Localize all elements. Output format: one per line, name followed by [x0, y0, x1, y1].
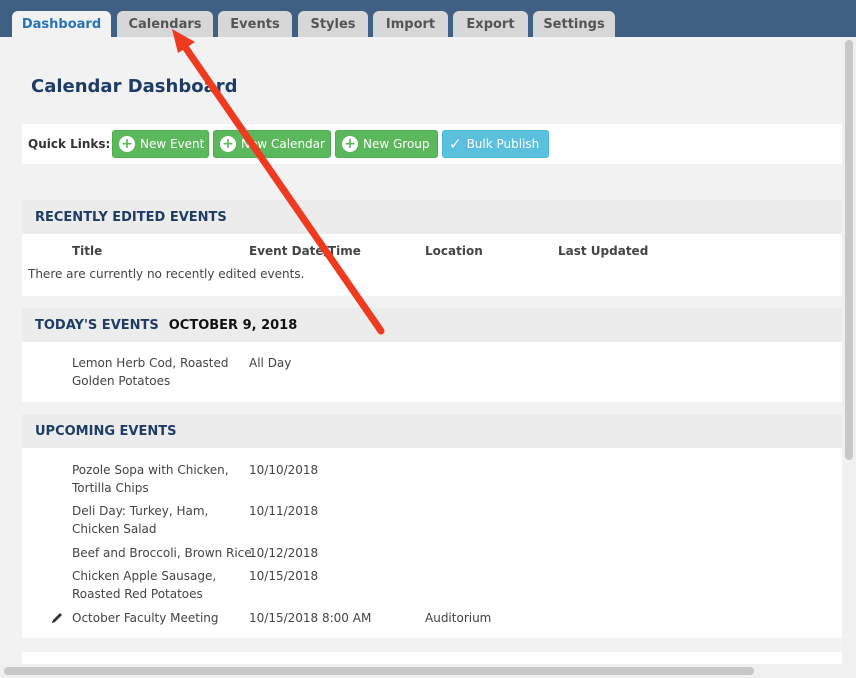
empty-state-text: There are currently no recently edited e… — [28, 267, 305, 281]
column-header-date: Event Date/Time — [249, 244, 361, 258]
event-title-line: Pozole Sopa with Chicken, — [72, 463, 229, 477]
tab-export[interactable]: Export — [453, 11, 528, 37]
tab-settings[interactable]: Settings — [533, 11, 615, 37]
event-title-line: Roasted Red Potatoes — [72, 587, 203, 601]
tab-styles[interactable]: Styles — [298, 11, 368, 37]
vertical-scrollbar-thumb[interactable] — [845, 40, 853, 460]
event-title-line: Chicken Apple Sausage, — [72, 569, 217, 583]
column-header-last-updated: Last Updated — [558, 244, 649, 258]
event-title-line: Lemon Herb Cod, Roasted — [72, 356, 229, 370]
new-calendar-label: New Calendar — [241, 137, 325, 151]
new-calendar-button[interactable]: + New Calendar — [213, 130, 331, 158]
pencil-icon[interactable] — [49, 610, 65, 626]
event-title[interactable]: Lemon Herb Cod, Roasted Golden Potatoes — [72, 354, 229, 390]
bulk-publish-button[interactable]: ✓ Bulk Publish — [442, 130, 549, 158]
event-date: 10/15/2018 — [249, 569, 319, 583]
event-date: 10/10/2018 — [249, 463, 319, 477]
event-date: 10/15/2018 8:00 AM — [249, 611, 372, 625]
page-title: Calendar Dashboard — [31, 76, 238, 97]
event-title[interactable]: October Faculty Meeting — [72, 609, 219, 627]
event-title-line: October Faculty Meeting — [72, 611, 219, 625]
tab-events[interactable]: Events — [218, 11, 292, 37]
event-title-line: Deli Day: Turkey, Ham, — [72, 504, 209, 518]
event-title-line: Golden Potatoes — [72, 374, 171, 388]
horizontal-scrollbar-thumb[interactable] — [4, 667, 754, 675]
plus-circle-icon: + — [119, 136, 135, 152]
upcoming-events-heading: UPCOMING EVENTS — [22, 414, 842, 448]
calendar-app: Dashboard Calendars Events Styles Import… — [0, 0, 856, 678]
todays-events-title: TODAY'S EVENTS — [35, 317, 159, 333]
event-title-line: Beef and Broccoli, Brown Rice — [72, 546, 252, 560]
tab-dashboard[interactable]: Dashboard — [12, 11, 111, 37]
tab-import[interactable]: Import — [373, 11, 448, 37]
event-location: Auditorium — [425, 611, 492, 625]
event-title-line: Tortilla Chips — [72, 481, 149, 495]
recently-edited-heading: RECENTLY EDITED EVENTS — [22, 200, 842, 234]
column-header-title: Title — [72, 244, 103, 258]
event-date: All Day — [249, 356, 292, 370]
upcoming-events-panel: UPCOMING EVENTS Pozole Sopa with Chicken… — [22, 414, 842, 638]
new-group-button[interactable]: + New Group — [335, 130, 438, 158]
checkmark-icon: ✓ — [449, 135, 462, 153]
new-event-label: New Event — [140, 137, 205, 151]
plus-circle-icon: + — [342, 136, 358, 152]
column-header-location: Location — [425, 244, 483, 258]
new-group-label: New Group — [363, 137, 430, 151]
quick-links-bar: Quick Links: + New Event + New Calendar … — [22, 124, 842, 164]
todays-date: OCTOBER 9, 2018 — [168, 317, 298, 333]
tab-bar: Dashboard Calendars Events Styles Import… — [0, 0, 856, 37]
event-title[interactable]: Pozole Sopa with Chicken, Tortilla Chips — [72, 461, 229, 497]
bulk-publish-label: Bulk Publish — [466, 137, 540, 151]
tab-calendars[interactable]: Calendars — [117, 11, 213, 37]
todays-events-heading: TODAY'S EVENTS OCTOBER 9, 2018 — [22, 308, 842, 342]
event-title[interactable]: Deli Day: Turkey, Ham, Chicken Salad — [72, 502, 208, 538]
event-title[interactable]: Beef and Broccoli, Brown Rice — [72, 544, 252, 562]
event-date: 10/11/2018 — [249, 504, 319, 518]
new-event-button[interactable]: + New Event — [112, 130, 209, 158]
todays-events-panel: TODAY'S EVENTS OCTOBER 9, 2018 Lemon Her… — [22, 308, 842, 402]
next-panel-partial — [22, 652, 842, 664]
event-title[interactable]: Chicken Apple Sausage, Roasted Red Potat… — [72, 567, 216, 603]
event-title-line: Chicken Salad — [72, 522, 157, 536]
event-date: 10/12/2018 — [249, 546, 319, 560]
quick-links-label: Quick Links: — [28, 137, 111, 151]
recently-edited-panel: RECENTLY EDITED EVENTS Title Event Date/… — [22, 200, 842, 296]
plus-circle-icon: + — [220, 136, 236, 152]
